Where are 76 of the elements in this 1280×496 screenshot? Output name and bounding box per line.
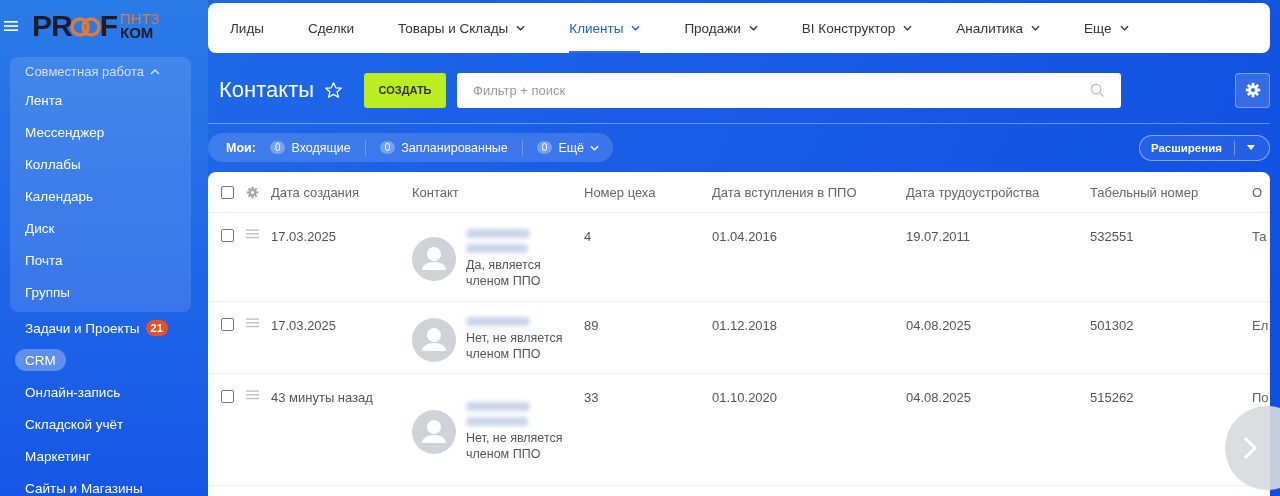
search-field[interactable]: Фильтр + поиск (457, 72, 1122, 108)
sidebar-item[interactable]: Коллабы (10, 148, 81, 180)
sidebar-item[interactable]: Лента (10, 84, 63, 116)
nav-tab[interactable]: BI Конструктор (801, 3, 913, 53)
gear-icon (1244, 82, 1261, 98)
checkbox[interactable] (221, 229, 234, 242)
nav-tab[interactable]: Аналитика (956, 3, 1041, 53)
drag-handle-icon[interactable] (246, 229, 259, 239)
chevron-icon (149, 68, 160, 75)
sidebar-item[interactable]: Почта (10, 244, 63, 276)
sidebar-item[interactable]: Онлайн-запись (10, 376, 121, 408)
table-cell: 515262 (1090, 390, 1134, 405)
sidebar-item[interactable]: Мессенджер (10, 116, 105, 148)
nav-tab[interactable]: Клиенты (569, 3, 641, 53)
membership-status: Да, является членом ППО (466, 257, 542, 289)
sidebar-item[interactable]: Задачи и Проекты (10, 312, 140, 344)
nav-tab[interactable]: Лиды (230, 3, 264, 53)
drag-handle-icon[interactable] (246, 318, 259, 328)
page-title: Контакты (219, 77, 315, 103)
sidebar-item[interactable]: Складской учёт (10, 408, 124, 440)
checkbox[interactable] (221, 390, 234, 403)
settings-icon[interactable] (246, 185, 259, 199)
count-badge: 21 (145, 320, 168, 336)
sidebar-item[interactable]: Сайты и Магазины (10, 472, 143, 496)
table-cell: 4 (584, 229, 592, 244)
column-header[interactable]: О (1252, 184, 1263, 200)
table-cell: 532551 (1090, 229, 1134, 244)
settings-button[interactable] (1235, 72, 1270, 108)
avatar-icon (412, 317, 456, 362)
sidebar-item[interactable]: CRM (15, 349, 66, 371)
create-button[interactable]: СОЗДАТЬ (364, 72, 447, 108)
sidebar-item[interactable]: Диск (10, 212, 55, 244)
drag-handle-icon[interactable] (246, 390, 259, 400)
table-cell: 01.04.2016 (712, 229, 778, 244)
table-cell: 01.10.2020 (712, 390, 778, 405)
table-cell: 04.08.2025 (906, 318, 972, 333)
counter-label: Мои: (226, 140, 256, 155)
sidebar-item[interactable]: Календарь (10, 180, 94, 212)
column-header[interactable]: Табельный номер (1090, 184, 1199, 200)
membership-status: Нет, не является членом ППО (466, 330, 564, 362)
star-icon[interactable] (324, 80, 344, 100)
membership-status: Нет, не является членом ППО (466, 429, 564, 462)
counter-filter[interactable]: 0 Запланированные (379, 140, 508, 155)
nav-tab[interactable]: Товары и Склады (398, 3, 526, 53)
table-cell: 501302 (1090, 318, 1134, 333)
table-cell: 01.12.2018 (712, 318, 778, 333)
caret-icon (1247, 145, 1255, 150)
menu-icon[interactable] (4, 20, 18, 32)
checkbox[interactable] (221, 318, 234, 331)
table-cell: Ел (1252, 318, 1269, 333)
nav-tab[interactable]: Еще (1084, 3, 1129, 53)
table-cell: Та (1252, 229, 1267, 244)
table-cell: 89 (584, 318, 599, 333)
table-cell: 17.03.2025 (271, 229, 337, 244)
counter-filter[interactable]: 0 Ещё (536, 140, 599, 155)
table-cell: 19.07.2011 (906, 229, 971, 244)
table-cell: 33 (584, 390, 599, 405)
avatar-icon (412, 237, 456, 281)
sidebar-item[interactable]: Группы (10, 276, 70, 308)
table-cell: По (1252, 390, 1269, 405)
table-cell: 04.08.2025 (906, 390, 972, 405)
counter-filter[interactable]: 0 Входящие (269, 140, 351, 155)
chevron-icon (1243, 436, 1257, 460)
nav-tab[interactable]: Сделки (308, 3, 354, 53)
column-header[interactable]: Дата создания (271, 184, 360, 200)
column-header[interactable]: Дата трудоустройства (906, 184, 1040, 200)
table-cell: 43 минуты назад (271, 390, 373, 405)
column-header[interactable]: Номер цеха (584, 184, 656, 200)
column-header[interactable]: Дата вступления в ППО (712, 184, 857, 200)
checkbox[interactable] (221, 185, 234, 199)
nav-tab[interactable]: Продажи (684, 3, 758, 53)
extensions-button[interactable]: Расширения (1138, 134, 1270, 161)
sidebar-item[interactable]: Маркетинг (10, 440, 91, 472)
table-cell: 17.03.2025 (271, 318, 337, 333)
avatar-icon (412, 409, 456, 454)
column-header[interactable]: Контакт (412, 184, 459, 200)
